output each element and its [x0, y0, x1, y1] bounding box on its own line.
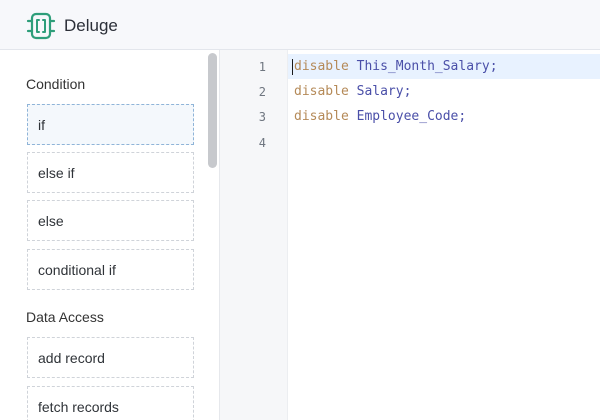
sidebar-scrollbar[interactable]: [208, 53, 217, 168]
deluge-logo-icon: [26, 12, 56, 40]
code-line-text: disable This_Month_Salary;: [294, 54, 498, 79]
code-identifier: This_Month_Salary: [356, 59, 490, 74]
code-keyword: disable: [294, 109, 349, 124]
code-line[interactable]: [288, 129, 600, 154]
code-keyword: disable: [294, 59, 349, 74]
code-terminator: ;: [489, 59, 498, 74]
code-line-text: disable Salary;: [294, 79, 411, 104]
snippet-label: fetch records: [38, 399, 119, 415]
snippet-label: else if: [38, 165, 75, 181]
code-identifier: Employee_Code: [356, 109, 459, 124]
snippet-label: if: [38, 117, 45, 133]
snippet-label: else: [38, 213, 64, 229]
section-title-condition: Condition: [26, 76, 86, 92]
section-title-data-access: Data Access: [26, 309, 104, 325]
deluge-editor-app: Deluge Condition if else if else conditi…: [0, 0, 600, 420]
code-line[interactable]: disable Employee_Code;: [288, 104, 600, 129]
snippet-else-if[interactable]: else if: [27, 152, 194, 193]
text-cursor: [292, 59, 293, 75]
snippet-conditional-if[interactable]: conditional if: [27, 249, 194, 290]
code-terminator: ;: [403, 84, 412, 99]
line-number: 3: [258, 110, 266, 124]
snippet-label: add record: [38, 350, 105, 366]
code-terminator: ;: [458, 109, 467, 124]
snippet-fetch-records[interactable]: fetch records: [27, 386, 194, 420]
code-keyword: disable: [294, 84, 349, 99]
code-identifier: Salary: [356, 84, 404, 99]
snippet-add-record[interactable]: add record: [27, 337, 194, 378]
app-title: Deluge: [64, 16, 118, 35]
line-number-gutter: 1 2 3 4: [220, 50, 288, 420]
code-line-active[interactable]: disable This_Month_Salary;: [288, 54, 600, 79]
snippet-label: conditional if: [38, 262, 116, 278]
code-line[interactable]: disable Salary;: [288, 79, 600, 104]
line-number: 4: [258, 136, 266, 150]
snippet-if[interactable]: if: [27, 104, 194, 145]
code-line-text: disable Employee_Code;: [294, 104, 466, 129]
header-bar: Deluge: [0, 0, 600, 50]
line-number: 1: [258, 60, 266, 74]
line-number: 2: [258, 85, 266, 99]
code-editor[interactable]: disable This_Month_Salary; disable Salar…: [288, 50, 600, 420]
snippet-else[interactable]: else: [27, 200, 194, 241]
snippet-sidebar[interactable]: Condition if else if else conditional if…: [0, 50, 220, 420]
